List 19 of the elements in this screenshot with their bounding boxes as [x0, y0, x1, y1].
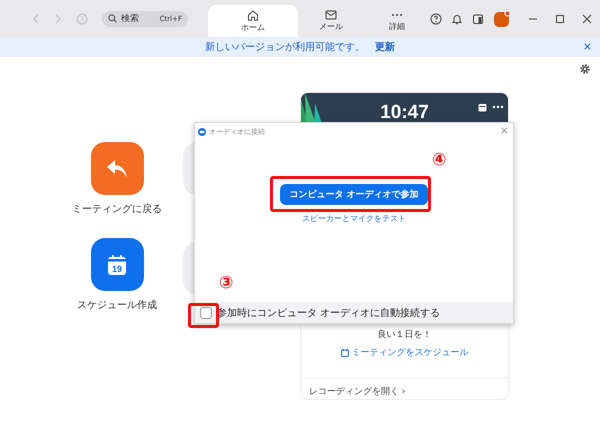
tab[interactable]: 詳細: [364, 5, 430, 37]
recordings-link[interactable]: レコーディングを開く ›: [301, 379, 414, 399]
calendar-icon: 19: [107, 254, 127, 276]
greeting-text: 良い１日を！: [378, 328, 432, 341]
tab[interactable]: メール: [298, 5, 364, 37]
schedule-link[interactable]: ミーティングをスケジュール: [340, 346, 468, 359]
update-message: 新しいバージョンが利用可能です。: [205, 40, 365, 54]
update-link[interactable]: 更新: [375, 40, 395, 54]
step-number: ④: [432, 151, 446, 169]
join-audio-button[interactable]: コンピュータ オーディオで参加: [280, 184, 428, 205]
action-tile[interactable]: 19: [90, 238, 144, 291]
action-label: スケジュール作成: [77, 298, 157, 312]
close-button[interactable]: ×: [580, 40, 594, 53]
test-audio-link[interactable]: スピーカーとマイクをテスト: [302, 213, 406, 224]
close-button[interactable]: ×: [500, 124, 509, 137]
tab[interactable]: ホーム: [208, 5, 298, 37]
action-label: ミーティングに戻る: [72, 202, 162, 216]
step-number: ③: [219, 274, 234, 292]
clock-time: 10:47: [380, 102, 429, 123]
